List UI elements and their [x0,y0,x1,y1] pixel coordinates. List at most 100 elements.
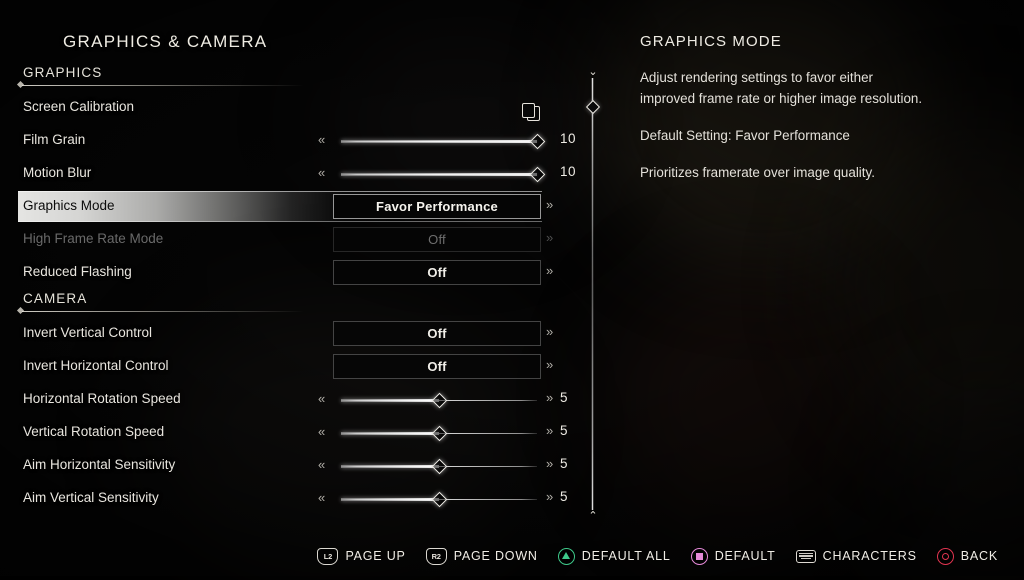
setting-label: Vertical Rotation Speed [23,424,165,439]
setting-row-aim-horizontal-sensitivity[interactable]: Aim Horizontal Sensitivity « » 5 [0,450,600,483]
setting-row-screen-calibration[interactable]: Screen Calibration [0,92,600,125]
slider-value: 5 [560,456,569,471]
decrease-chevron-icon[interactable]: « [318,391,325,406]
setting-row-aim-vertical-sensitivity[interactable]: Aim Vertical Sensitivity « » 5 [0,483,600,516]
setting-row-film-grain[interactable]: Film Grain « 10 [0,125,600,158]
increase-chevron-icon[interactable]: » [546,390,553,405]
scrollbar-handle[interactable] [585,99,600,115]
slider-fill [341,432,439,435]
triangle-button-icon [557,547,575,565]
setting-label: Graphics Mode [23,198,115,213]
setting-value-box[interactable]: Favor Performance [333,194,541,219]
section-header-graphics: GRAPHICS [0,64,600,92]
slider-value: 5 [560,489,569,504]
increase-chevron-icon[interactable]: » [546,456,553,471]
setting-label: Aim Horizontal Sensitivity [23,457,176,472]
slider-knob[interactable] [431,425,447,442]
slider-motion-blur[interactable] [341,166,545,183]
decrease-chevron-icon[interactable]: « [318,165,325,180]
increase-chevron-icon[interactable]: » [546,263,553,278]
prompt-default[interactable]: DEFAULT [690,547,776,565]
setting-row-reduced-flashing[interactable]: Reduced Flashing Off » [0,257,600,290]
setting-label: Reduced Flashing [23,264,132,279]
setting-row-invert-horizontal-control[interactable]: Invert Horizontal Control Off » [0,351,600,384]
r2-button-icon: R2 [425,547,447,565]
setting-label: Motion Blur [23,165,92,180]
slider-fill [341,140,537,143]
description-body: Adjust rendering settings to favor eithe… [640,67,1000,183]
setting-row-horizontal-rotation-speed[interactable]: Horizontal Rotation Speed « » 5 [0,384,600,417]
scrollbar[interactable]: ⌄ ⌃ [585,67,601,522]
setting-label: Invert Horizontal Control [23,358,169,373]
r2-label: R2 [431,551,441,561]
setting-value: Off [427,265,447,280]
decrease-chevron-icon[interactable]: « [318,424,325,439]
slider-value: 10 [560,164,577,179]
description-title: GRAPHICS MODE [640,33,782,50]
settings-screen: GRAPHICS & CAMERA GRAPHICS Screen Calibr… [0,0,1024,576]
slider-value: 5 [560,390,569,405]
slider-vertical-rotation-speed[interactable] [341,425,537,442]
prompt-characters[interactable]: CHARACTERS [795,549,917,563]
l2-button-icon: L2 [317,547,339,565]
prompt-page-up[interactable]: L2 PAGE UP [317,547,405,565]
increase-chevron-icon[interactable]: » [546,357,553,372]
increase-chevron-icon[interactable]: » [546,489,553,504]
setting-value: Off [427,359,447,374]
decrease-chevron-icon[interactable]: « [318,490,325,505]
setting-value: Off [428,232,446,247]
setting-row-graphics-mode[interactable]: Graphics Mode Favor Performance » [0,191,600,224]
decrease-chevron-icon[interactable]: « [318,457,325,472]
section-header-camera: CAMERA [0,290,600,318]
increase-chevron-icon[interactable]: » [546,423,553,438]
increase-chevron-icon[interactable]: » [546,197,553,212]
increase-chevron-icon: » [546,230,554,245]
prompt-label: BACK [960,549,998,563]
setting-value-box[interactable]: Off [333,321,541,346]
prompt-label: CHARACTERS [822,549,917,563]
slider-knob[interactable] [431,458,447,475]
prompt-page-down[interactable]: R2 PAGE DOWN [425,547,538,565]
section-rule [22,85,304,86]
slider-aim-horizontal-sensitivity[interactable] [341,458,537,475]
slider-fill [341,399,439,402]
pages-icon[interactable] [521,103,543,123]
description-line-1: Adjust rendering settings to favor eithe… [640,70,873,85]
scroll-up-chevron-icon[interactable]: ⌄ [586,67,600,78]
decrease-chevron-icon[interactable]: « [318,132,325,147]
setting-value: Favor Performance [376,199,498,214]
square-button-icon [690,547,708,565]
slider-knob[interactable] [431,392,447,409]
section-label: CAMERA [23,291,88,306]
prompt-default-all[interactable]: DEFAULT ALL [557,547,671,565]
slider-aim-vertical-sensitivity[interactable] [341,491,537,508]
slider-knob[interactable] [529,166,545,183]
setting-row-invert-vertical-control[interactable]: Invert Vertical Control Off » [0,318,600,351]
description-line-4: Prioritizes framerate over image quality… [640,165,875,180]
setting-label: Screen Calibration [23,99,135,114]
prompt-label: DEFAULT ALL [581,549,671,563]
setting-value-box[interactable]: Off [333,354,541,379]
circle-button-icon [936,547,954,565]
settings-list-panel: GRAPHICS & CAMERA GRAPHICS Screen Calibr… [0,0,600,540]
section-rule [22,311,304,312]
setting-value-box: Off [333,227,541,252]
button-prompt-bar: L2 PAGE UP R2 PAGE DOWN DEFAULT ALL DEFA… [0,536,1024,576]
slider-horizontal-rotation-speed[interactable] [341,392,537,409]
prompt-label: DEFAULT [714,549,776,563]
increase-chevron-icon[interactable]: » [546,324,553,339]
setting-value-box[interactable]: Off [333,260,541,285]
slider-film-grain[interactable] [341,133,545,150]
slider-knob[interactable] [529,133,545,150]
description-panel: GRAPHICS MODE Adjust rendering settings … [640,33,1000,197]
slider-fill [341,173,537,176]
setting-row-vertical-rotation-speed[interactable]: Vertical Rotation Speed « » 5 [0,417,600,450]
slider-value: 10 [560,131,577,146]
settings-rows: GRAPHICS Screen Calibration Film Grain «… [0,64,600,516]
setting-row-motion-blur[interactable]: Motion Blur « 10 [0,158,600,191]
page-title: GRAPHICS & CAMERA [63,32,268,51]
scroll-down-chevron-icon[interactable]: ⌃ [586,511,600,522]
slider-knob[interactable] [431,491,447,508]
prompt-back[interactable]: BACK [936,547,998,565]
l2-label: L2 [323,551,333,561]
